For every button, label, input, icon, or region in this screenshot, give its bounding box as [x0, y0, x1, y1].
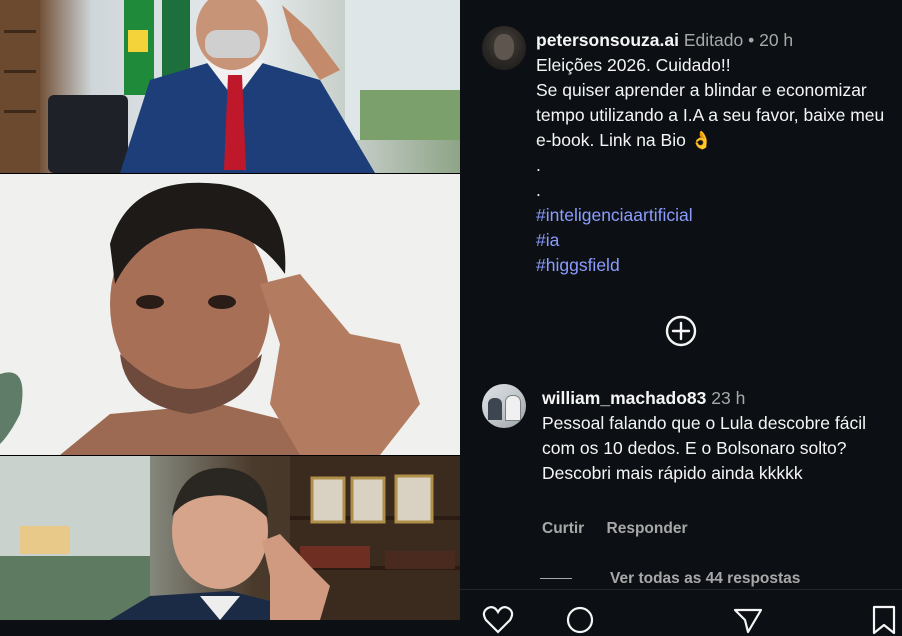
caption-line: . — [536, 180, 541, 200]
action-bar-divider — [460, 589, 902, 590]
view-replies-button[interactable]: Ver todas as 44 respostas — [562, 570, 800, 588]
save-icon[interactable] — [868, 604, 900, 636]
commenter-username[interactable]: william_machado83 — [542, 388, 706, 408]
hashtag-link[interactable]: #higgsfield — [536, 253, 886, 278]
author-username[interactable]: petersonsouza.ai — [536, 30, 679, 50]
post-time[interactable]: 20 h — [759, 30, 793, 50]
heart-icon[interactable] — [482, 604, 514, 636]
caption-line: . — [536, 155, 541, 175]
share-icon[interactable] — [732, 604, 764, 636]
comment-actions: Curtir Responder — [542, 520, 705, 538]
post-details-panel: petersonsouza.ai Editado • 20 h Eleições… — [460, 0, 902, 635]
comment-body: william_machado83 23 h Pessoal falando q… — [542, 386, 892, 486]
commenter-avatar[interactable] — [482, 384, 526, 428]
post-media[interactable] — [0, 0, 460, 620]
like-comment-button[interactable]: Curtir — [542, 520, 584, 537]
caption-line: Se quiser aprender a blindar e economiza… — [536, 80, 890, 150]
meta-separator: • — [748, 30, 755, 50]
image-panel-bottom — [0, 456, 460, 620]
image-panel-middle — [0, 174, 460, 455]
reply-button[interactable]: Responder — [607, 520, 688, 537]
hashtag-link[interactable]: #inteligenciaartificial — [536, 203, 886, 228]
plus-circle-icon[interactable] — [664, 314, 698, 348]
comment-time[interactable]: 23 h — [711, 388, 745, 408]
comment-icon[interactable] — [564, 604, 596, 636]
author-avatar[interactable] — [482, 26, 526, 70]
edited-label: Editado — [683, 30, 744, 50]
image-panel-top — [0, 0, 460, 173]
caption-line: Eleições 2026. Cuidado!! — [536, 55, 731, 75]
comment-text: Pessoal falando que o Lula descobre fáci… — [542, 413, 866, 483]
hashtag-link[interactable]: #ia — [536, 228, 886, 253]
post-caption: petersonsouza.ai Editado • 20 h Eleições… — [536, 28, 886, 278]
